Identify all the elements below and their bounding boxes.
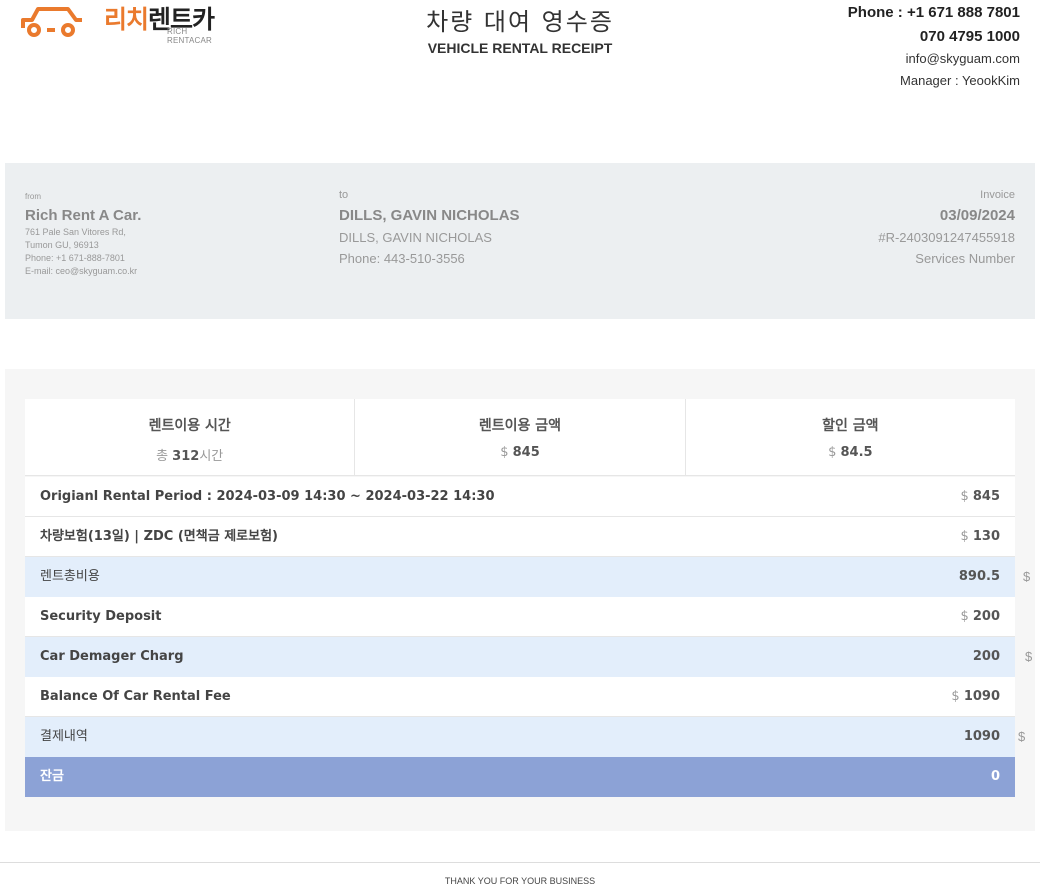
balance-label: Balance Of Car Rental Fee — [40, 689, 231, 704]
contact-email: info@skyguam.com — [905, 51, 1020, 66]
remaining-balance-label: 잔금 — [40, 769, 64, 784]
payment-history-label: 결제내역 — [40, 729, 88, 744]
from-address-1: 761 Pale San Vitores Rd, — [25, 227, 126, 237]
rental-period-amount: $ 845 — [960, 477, 1000, 517]
summary-discount: 할인 금액 $ 84.5 — [686, 399, 1015, 475]
to-name-secondary: DILLS, GAVIN NICHOLAS — [339, 230, 492, 245]
receipt-panel: 렌트이용 시간 총 312시간 렌트이용 금액 $ 845 할인 금액 $ 84… — [5, 369, 1035, 831]
contact-manager: Manager : YeookKim — [900, 73, 1020, 88]
from-label: from — [25, 192, 41, 201]
line-item-remaining-balance: 잔금 0 — [25, 757, 1015, 797]
discount-value: $ 84.5 — [686, 445, 1015, 460]
contact-info: Phone : +1 671 888 7801 070 4795 1000 in… — [848, 5, 1020, 88]
invoice-date: 03/09/2024 — [939, 207, 1015, 224]
contact-phone: Phone : +1 671 888 7801 — [847, 4, 1020, 21]
to-name: DILLS, GAVIN NICHOLAS — [339, 207, 520, 224]
total-cost-value: 890.5 — [958, 569, 1000, 584]
balance-amount: $ 1090 — [951, 677, 1000, 717]
summary-table: 렌트이용 시간 총 312시간 렌트이용 금액 $ 845 할인 금액 $ 84… — [25, 399, 1015, 476]
payment-history-currency: $ — [1018, 729, 1026, 744]
period-prefix: $ — [960, 489, 973, 504]
deposit-value: 200 — [972, 609, 1000, 624]
remaining-balance-value: 0 — [990, 769, 1000, 784]
security-deposit-label: Security Deposit — [40, 609, 162, 624]
footer-thanks: THANK YOU FOR YOUR BUSINESS — [444, 876, 596, 886]
from-email: E-mail: ceo@skyguam.co.kr — [25, 266, 138, 276]
invoice-number: #R-2403091247455918 — [878, 230, 1015, 245]
discount-number: 84.5 — [840, 445, 873, 460]
hours-suffix: 시간 — [199, 449, 224, 464]
to-phone: Phone: 443-510-3556 — [339, 251, 465, 266]
deposit-prefix: $ — [960, 609, 973, 624]
rental-period-label: Origianl Rental Period : 2024-03-09 14:3… — [40, 489, 495, 504]
insurance-value: 130 — [972, 529, 1000, 544]
discount-heading: 할인 금액 — [822, 418, 879, 434]
to-block: to DILLS, GAVIN NICHOLAS DILLS, GAVIN NI… — [339, 189, 520, 266]
total-cost-label: 렌트총비용 — [40, 569, 100, 584]
payment-history-amount: 1090 — [964, 717, 1000, 757]
invoice-block: Invoice 03/09/2024 #R-2403091247455918 S… — [878, 189, 1015, 266]
amount-prefix: $ — [500, 445, 513, 460]
to-label: to — [339, 189, 349, 201]
hours-prefix: 총 — [156, 449, 173, 464]
line-item-damage-charge: Car Demager Charg 200 $ — [25, 637, 1032, 677]
rental-hours-value: 총 312시간 — [25, 445, 354, 464]
balance-prefix: $ — [951, 689, 964, 704]
line-item-insurance: 차량보험(13일) | ZDC (면책금 제로보험) $ 130 — [25, 517, 1015, 557]
from-block: from Rich Rent A Car. 761 Pale San Vitor… — [25, 192, 141, 277]
services-number-label: Services Number — [915, 251, 1015, 266]
rental-amount-value: $ 845 — [355, 445, 684, 460]
invoice-info-band: from Rich Rent A Car. 761 Pale San Vitor… — [5, 163, 1035, 319]
discount-prefix: $ — [828, 445, 841, 460]
line-items: Origianl Rental Period : 2024-03-09 14:3… — [25, 477, 1032, 797]
invoice-label: Invoice — [980, 189, 1015, 201]
amount-number: 845 — [512, 445, 540, 460]
hours-number: 312 — [172, 449, 200, 464]
period-value: 845 — [972, 489, 1000, 504]
line-item-balance: Balance Of Car Rental Fee $ 1090 — [25, 677, 1015, 717]
contact-phone-alt: 070 4795 1000 — [919, 28, 1020, 45]
total-cost-amount: 890.5 — [959, 557, 1000, 597]
rental-amount-heading: 렌트이용 금액 — [478, 418, 562, 434]
summary-rental-amount: 렌트이용 금액 $ 845 — [355, 399, 686, 475]
rental-hours-heading: 렌트이용 시간 — [148, 418, 231, 434]
total-cost-currency: $ — [1023, 569, 1031, 584]
summary-rental-hours: 렌트이용 시간 총 312시간 — [25, 399, 356, 475]
damage-charge-amount: 200 — [973, 637, 1000, 677]
line-item-rental-period: Origianl Rental Period : 2024-03-09 14:3… — [25, 477, 1015, 517]
line-item-security-deposit: Security Deposit $ 200 — [25, 597, 1015, 637]
footer-divider — [0, 862, 1040, 863]
insurance-label: 차량보험(13일) | ZDC (면책금 제로보험) — [40, 529, 278, 544]
balance-value: 1090 — [963, 689, 1000, 704]
damage-charge-value: 200 — [972, 649, 1000, 664]
insurance-prefix: $ — [960, 529, 973, 544]
damage-charge-currency: $ — [1025, 649, 1033, 664]
damage-charge-label: Car Demager Charg — [40, 649, 184, 664]
payment-history-value: 1090 — [963, 729, 1000, 744]
from-name: Rich Rent A Car. — [25, 207, 142, 224]
security-deposit-amount: $ 200 — [960, 597, 1000, 637]
line-item-payment-history: 결제내역 1090 $ — [25, 717, 1025, 757]
remaining-balance-amount: 0 — [991, 757, 1000, 797]
from-phone: Phone: +1 671-888-7801 — [25, 253, 125, 263]
line-item-total-cost: 렌트총비용 890.5 $ — [25, 557, 1030, 597]
insurance-amount: $ 130 — [960, 517, 1000, 557]
from-address-2: Tumon GU, 96913 — [25, 240, 99, 250]
